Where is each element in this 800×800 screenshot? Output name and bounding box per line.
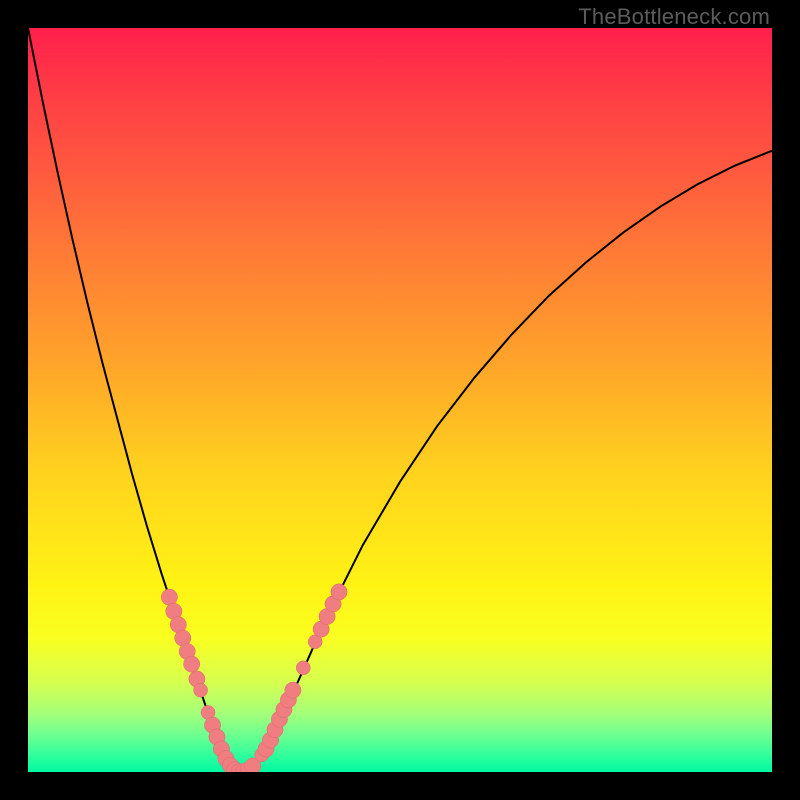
data-marker: [161, 589, 177, 605]
data-marker: [296, 661, 310, 675]
chart-svg: [28, 28, 772, 772]
app-frame: TheBottleneck.com: [0, 0, 800, 800]
data-marker: [285, 682, 301, 698]
bottleneck-curve: [28, 28, 772, 772]
data-marker: [184, 656, 200, 672]
watermark-text: TheBottleneck.com: [578, 4, 770, 30]
chart-plot-area: [28, 28, 772, 772]
chart-markers: [161, 584, 347, 772]
data-marker: [331, 584, 347, 600]
data-marker: [194, 683, 208, 697]
